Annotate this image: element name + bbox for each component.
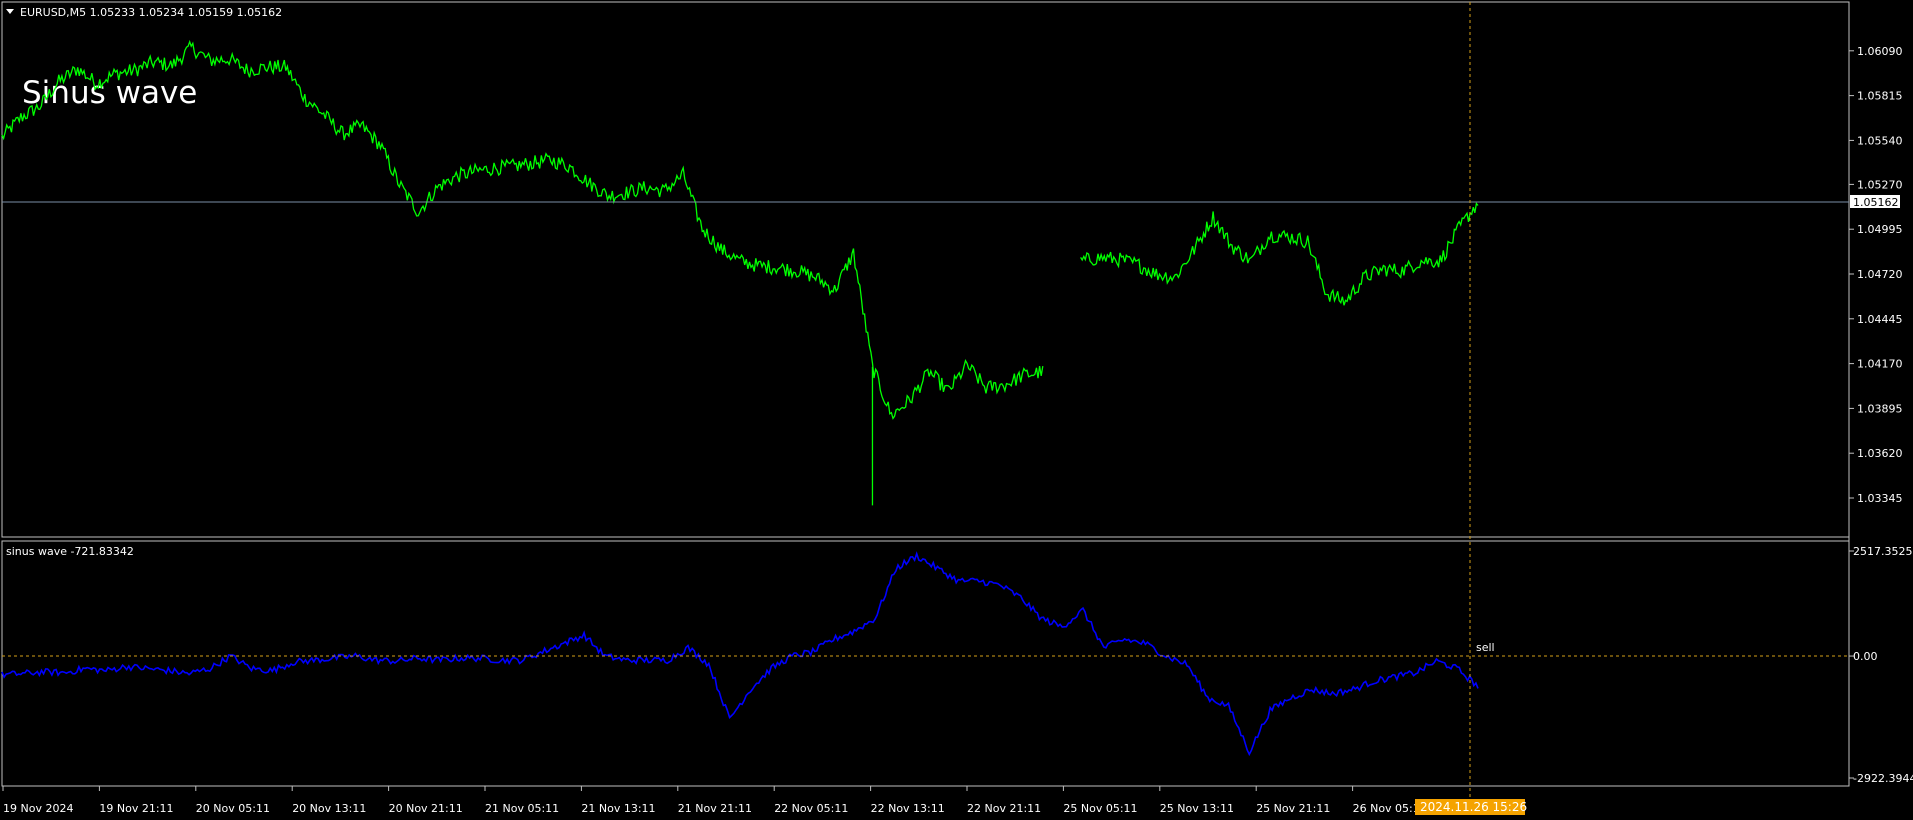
price-tick-label: 1.03345	[1857, 492, 1903, 505]
time-tick-label: 25 Nov 21:11	[1256, 802, 1330, 815]
price-tick-label: 1.05815	[1857, 90, 1903, 103]
indicator-label: sinus wave -721.83342	[6, 545, 134, 558]
price-tick-label: 1.03620	[1857, 447, 1903, 460]
price-tick-label: 1.04720	[1857, 268, 1903, 281]
chart-background	[0, 0, 1913, 820]
current-price-label: 1.05162	[1853, 196, 1899, 209]
indicator-tick-label: 0.00	[1853, 650, 1878, 663]
time-tick-label: 20 Nov 13:11	[292, 802, 366, 815]
price-tick-label: 1.06090	[1857, 45, 1903, 58]
time-tick-label: 25 Nov 05:11	[1063, 802, 1137, 815]
time-tick-label: 20 Nov 21:11	[389, 802, 463, 815]
indicator-tick-label: 2517.3525	[1853, 545, 1913, 558]
time-tick-label: 21 Nov 05:11	[485, 802, 559, 815]
indicator-tick-label: -2922.3944	[1853, 772, 1913, 785]
price-tick-label: 1.04995	[1857, 223, 1903, 236]
price-tick-label: 1.03895	[1857, 402, 1903, 415]
time-tick-label: 21 Nov 21:11	[678, 802, 752, 815]
time-badge-label: 2024.11.26 15:26	[1420, 800, 1527, 814]
time-tick-label: 25 Nov 13:11	[1160, 802, 1234, 815]
time-tick-label: 21 Nov 13:11	[581, 802, 655, 815]
chart-canvas[interactable]: EURUSD,M5 1.05233 1.05234 1.05159 1.0516…	[0, 0, 1913, 820]
time-tick-label: 22 Nov 05:11	[774, 802, 848, 815]
price-tick-label: 1.05270	[1857, 178, 1903, 191]
time-tick-label: 20 Nov 05:11	[196, 802, 270, 815]
symbol-label: EURUSD,M5 1.05233 1.05234 1.05159 1.0516…	[20, 6, 282, 19]
time-tick-label: 19 Nov 2024	[3, 802, 73, 815]
price-tick-label: 1.04445	[1857, 313, 1903, 326]
price-tick-label: 1.04170	[1857, 358, 1903, 371]
time-tick-label: 19 Nov 21:11	[99, 802, 173, 815]
time-tick-label: 22 Nov 21:11	[967, 802, 1041, 815]
price-tick-label: 1.05540	[1857, 134, 1903, 147]
time-tick-label: 22 Nov 13:11	[871, 802, 945, 815]
sell-signal-label: sell	[1476, 641, 1495, 654]
